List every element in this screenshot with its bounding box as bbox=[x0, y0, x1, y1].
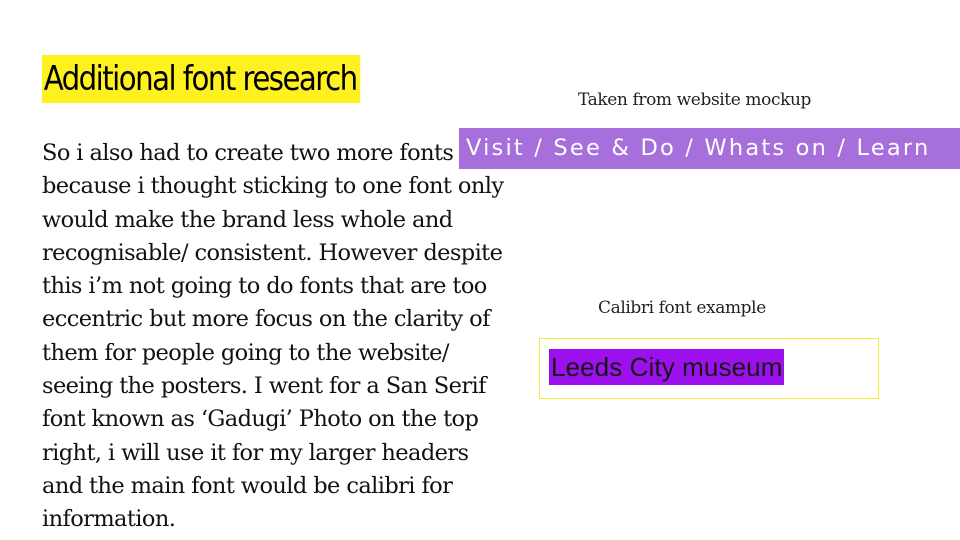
body-line: recognisable/ consistent. However despit… bbox=[42, 239, 503, 266]
body-line: and the main font would be calibri for bbox=[42, 472, 453, 499]
calibri-caption: Calibri font example bbox=[598, 298, 766, 318]
body-line: because i thought sticking to one font o… bbox=[42, 173, 504, 200]
body-line: eccentric but more focus on the clarity … bbox=[42, 306, 490, 333]
slide-title: Additional font research bbox=[42, 55, 361, 103]
mockup-caption: Taken from website mockup bbox=[578, 90, 812, 110]
body-line: them for people going to the website/ bbox=[42, 339, 449, 366]
slide: Additional font research So i also had t… bbox=[0, 0, 960, 540]
nav-example-image: Visit / See & Do / Whats on / Learn bbox=[459, 128, 960, 169]
calibri-example-box: Leeds City museum bbox=[539, 338, 879, 399]
body-paragraph: So i also had to create two more fonts b… bbox=[42, 137, 512, 537]
body-line: right, i will use it for my larger heade… bbox=[42, 439, 469, 466]
body-line: font known as ‘Gadugi’ Photo on the top bbox=[42, 406, 479, 433]
body-line: So i also had to create two more fonts bbox=[42, 140, 454, 166]
calibri-example-text: Leeds City museum bbox=[549, 349, 785, 385]
body-line: would make the brand less whole and bbox=[42, 206, 453, 233]
body-line: this i’m not going to do fonts that are … bbox=[42, 273, 487, 300]
body-line: information. bbox=[42, 506, 176, 533]
body-line: seeing the posters. I went for a San Ser… bbox=[42, 373, 486, 400]
